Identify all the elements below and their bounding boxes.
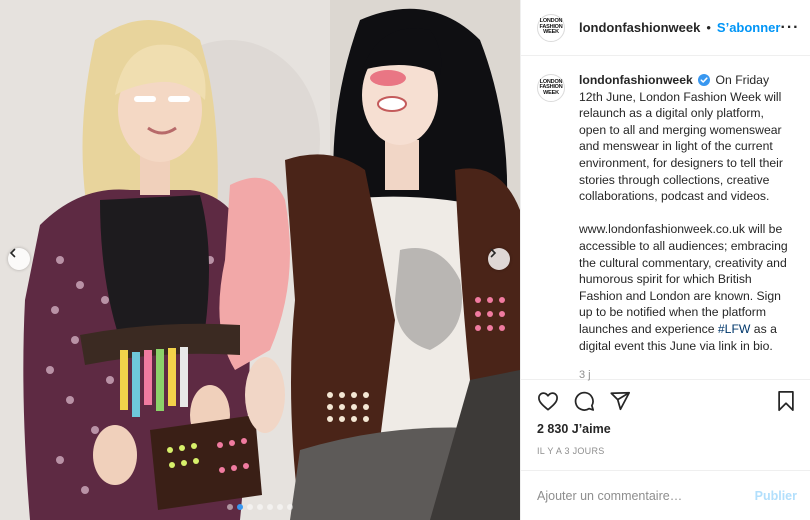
carousel-dot <box>257 504 263 510</box>
carousel-dot <box>287 504 293 510</box>
comment-form: Publier <box>521 470 810 520</box>
share-button[interactable] <box>609 390 631 412</box>
chevron-right-icon <box>490 248 497 258</box>
carousel-dot-active <box>237 504 243 510</box>
avatar-logo-text: LONDON FASHION WEEK <box>539 78 563 96</box>
account-username-link[interactable]: londonfashionweek <box>579 20 700 35</box>
hashtag-link[interactable]: #LFW <box>718 322 751 336</box>
paper-plane-icon <box>610 391 631 411</box>
carousel-next-button[interactable] <box>488 248 510 270</box>
caption-text: www.londonfashionweek.co.uk will be acce… <box>579 222 788 336</box>
caption-avatar[interactable]: LONDON FASHION WEEK <box>537 74 565 102</box>
comment-icon <box>574 391 595 411</box>
carousel-dot <box>277 504 283 510</box>
caption-text: On Friday 12th June, London Fashion Week… <box>579 73 783 204</box>
carousel-prev-button[interactable] <box>8 248 30 270</box>
carousel-dot <box>227 504 233 510</box>
carousel-dot <box>247 504 253 510</box>
more-options-icon[interactable]: ··· <box>780 19 799 37</box>
bookmark-icon <box>778 390 794 412</box>
post-header: LONDON FASHION WEEK londonfashionweek • S’… <box>521 0 810 56</box>
fashion-photo-illustration <box>0 0 520 520</box>
post-caption: londonfashionweek On Friday 12th June, L… <box>579 72 794 381</box>
post-side-panel: LONDON FASHION WEEK londonfashionweek • S’… <box>520 0 810 520</box>
account-avatar[interactable]: LONDON FASHION WEEK <box>537 13 565 42</box>
post-photo[interactable] <box>0 0 520 520</box>
caption-paragraph-1: londonfashionweek On Friday 12th June, L… <box>579 72 794 205</box>
comment-input[interactable] <box>537 488 755 503</box>
post-actions <box>521 380 810 422</box>
caption-age: 3 j <box>579 368 591 381</box>
heart-icon <box>538 392 558 411</box>
likes-count[interactable]: 2 830 J’aime <box>521 422 810 442</box>
comment-button[interactable] <box>573 390 595 412</box>
carousel-dot <box>267 504 273 510</box>
verified-badge-icon <box>698 74 711 86</box>
caption-paragraph-2: www.londonfashionweek.co.uk will be acce… <box>579 221 794 354</box>
avatar-logo-text: LONDON FASHION WEEK <box>539 18 563 36</box>
post-date[interactable]: IL Y A 3 JOURS <box>521 446 810 462</box>
caption-area: LONDON FASHION WEEK londonfashionweek On F… <box>521 56 810 381</box>
publish-button[interactable]: Publier <box>755 489 797 503</box>
save-button[interactable] <box>776 390 796 412</box>
caption-username-link[interactable]: londonfashionweek <box>579 73 693 87</box>
chevron-left-icon <box>9 248 16 258</box>
header-separator: • <box>706 20 711 35</box>
carousel-indicator <box>0 504 520 510</box>
follow-button[interactable]: S’abonner <box>717 20 781 35</box>
like-button[interactable] <box>537 391 559 411</box>
